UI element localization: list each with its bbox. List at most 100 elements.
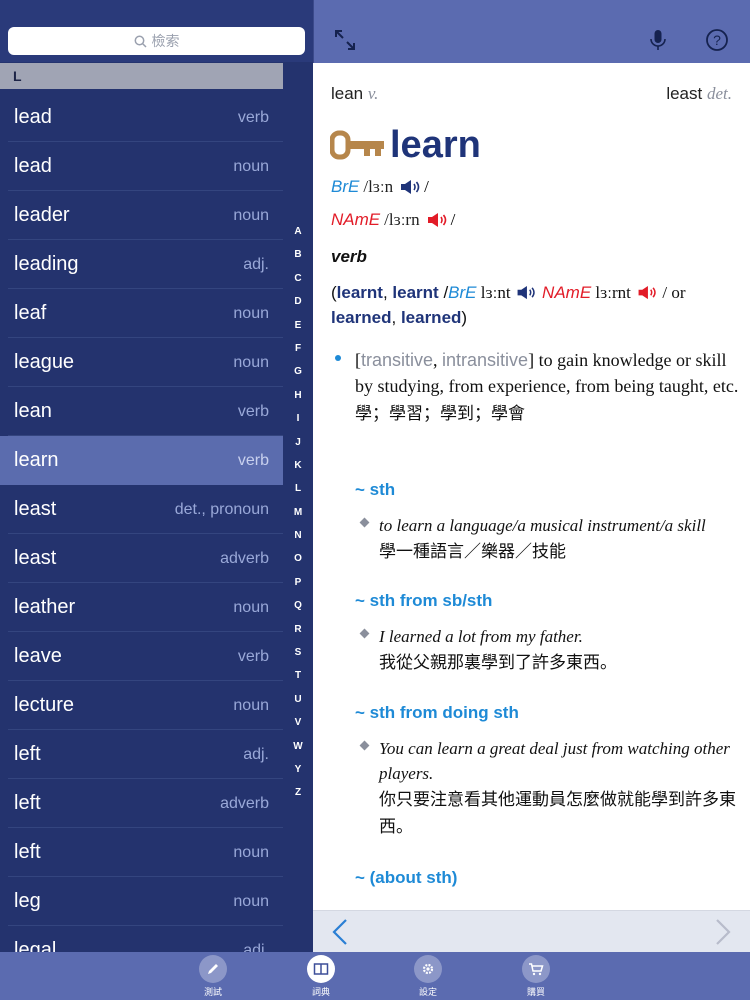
example-text: to learn a language/a musical instrument… xyxy=(379,516,706,535)
sense-bullet xyxy=(335,355,341,361)
word-list-item[interactable]: lead verb xyxy=(0,93,283,142)
alphabet-letter[interactable]: C xyxy=(285,267,311,290)
alphabet-letter[interactable]: H xyxy=(285,384,311,407)
form-past-participle: learnt xyxy=(392,283,439,302)
word-list-word: least xyxy=(14,547,57,569)
alphabet-letter[interactable]: W xyxy=(285,735,311,758)
word-list-item[interactable]: leg noun xyxy=(0,877,283,926)
word-list-item[interactable]: leaf noun xyxy=(0,289,283,338)
grammar-intransitive: intransitive xyxy=(442,350,529,370)
pattern-label: ~ sth from sb/sth xyxy=(355,591,493,610)
word-list-item[interactable]: least adverb xyxy=(0,534,283,583)
cart-icon xyxy=(529,963,544,976)
alphabet-letter[interactable]: I xyxy=(285,407,311,430)
alphabet-letter[interactable]: K xyxy=(285,454,311,477)
help-icon[interactable]: ? xyxy=(704,27,730,53)
expand-icon[interactable] xyxy=(332,27,358,53)
example-text: You can learn a great deal just from wat… xyxy=(379,739,730,783)
word-list-word: left xyxy=(14,841,41,863)
alphabet-letter[interactable]: F xyxy=(285,337,311,360)
word-list-item[interactable]: legal adj. xyxy=(0,926,283,952)
word-list-word: lecture xyxy=(14,694,75,716)
word-list-item[interactable]: lead noun xyxy=(0,142,283,191)
gear-icon xyxy=(422,963,434,975)
word-list-item[interactable]: league noun xyxy=(0,338,283,387)
chevron-left-icon[interactable] xyxy=(331,918,349,946)
word-list-pos: adverb xyxy=(220,794,269,812)
alphabet-letter[interactable]: Q xyxy=(285,594,311,617)
pattern-label: ~ sth from doing sth xyxy=(355,703,519,722)
alphabet-letter[interactable]: R xyxy=(285,618,311,641)
alphabet-letter[interactable]: M xyxy=(285,501,311,524)
search-input[interactable]: 檢索 xyxy=(8,27,305,55)
speaker-red-icon[interactable] xyxy=(426,212,448,228)
forms-bre-ipa: lɜːnt xyxy=(476,283,511,302)
word-list-word: leather xyxy=(14,596,76,618)
prev-entry-word: lean xyxy=(331,84,364,103)
alphabet-letter[interactable]: U xyxy=(285,688,311,711)
alphabet-letter[interactable]: L xyxy=(285,477,311,500)
tab-purchase[interactable]: 購買 xyxy=(506,955,566,998)
speaker-red-icon[interactable] xyxy=(636,285,658,300)
word-list-word: learn xyxy=(14,449,59,471)
word-list-pos: adj. xyxy=(243,255,269,273)
microphone-icon[interactable] xyxy=(645,27,671,53)
alphabet-index[interactable]: ABCDEFGHIJKLMNOPQRSTUVWYZ xyxy=(285,220,311,805)
tab-label: 測試 xyxy=(203,987,222,997)
forms-name-ipa: lɜːrnt xyxy=(591,283,631,302)
tab-dictionary[interactable]: 詞典 xyxy=(291,955,351,998)
entry-nav-bar xyxy=(313,910,750,952)
alphabet-letter[interactable]: Y xyxy=(285,758,311,781)
word-list-item[interactable]: learn verb xyxy=(0,436,283,485)
forms-or: / or xyxy=(662,283,686,302)
speaker-blue-icon[interactable] xyxy=(515,285,537,300)
forms-close: ) xyxy=(461,308,468,327)
word-list-item[interactable]: least det., pronoun xyxy=(0,485,283,534)
alphabet-letter[interactable]: D xyxy=(285,290,311,313)
pronunciation-name: NAmE /lɜːrn / xyxy=(331,210,455,230)
alphabet-letter[interactable]: E xyxy=(285,314,311,337)
bre-ipa: /lɜːn xyxy=(363,177,394,196)
sense-block: [transitive, intransitive] to gain knowl… xyxy=(331,347,741,427)
word-list-pos: noun xyxy=(233,843,269,861)
name-ipa: /lɜːrn xyxy=(384,210,420,229)
alphabet-letter[interactable]: O xyxy=(285,547,311,570)
word-list-item[interactable]: leading adj. xyxy=(0,240,283,289)
alphabet-letter[interactable]: Z xyxy=(285,781,311,804)
word-list-word: lean xyxy=(14,400,52,422)
pron-slash: / xyxy=(450,210,456,229)
word-list-item[interactable]: left adverb xyxy=(0,779,283,828)
definition: [transitive, intransitive] to gain knowl… xyxy=(355,347,741,399)
alphabet-letter[interactable]: S xyxy=(285,641,311,664)
alphabet-letter[interactable]: T xyxy=(285,664,311,687)
word-list-word: leaf xyxy=(14,302,47,324)
alphabet-letter[interactable]: N xyxy=(285,524,311,547)
word-list-pos: noun xyxy=(233,598,269,616)
tab-label: 購買 xyxy=(526,987,545,997)
word-list-item[interactable]: leave verb xyxy=(0,632,283,681)
alphabet-letter[interactable]: G xyxy=(285,360,311,383)
alphabet-letter[interactable]: A xyxy=(285,220,311,243)
word-list-item[interactable]: leader noun xyxy=(0,191,283,240)
alphabet-letter[interactable]: B xyxy=(285,243,311,266)
pron-slash: / xyxy=(424,177,429,196)
search-icon xyxy=(134,35,147,48)
word-list-item[interactable]: left noun xyxy=(0,828,283,877)
alphabet-letter[interactable]: J xyxy=(285,431,311,454)
word-list-item[interactable]: lecture noun xyxy=(0,681,283,730)
word-list-word: lead xyxy=(14,106,52,128)
chevron-right-icon[interactable] xyxy=(714,918,732,946)
word-list-item[interactable]: leather noun xyxy=(0,583,283,632)
speaker-blue-icon[interactable] xyxy=(399,179,421,195)
tab-settings[interactable]: 設定 xyxy=(398,955,458,998)
prev-entry-link[interactable]: lean v. xyxy=(331,84,378,104)
alphabet-letter[interactable]: P xyxy=(285,571,311,594)
sidebar: 檢索 L lead verb lead noun leader noun leading ad… xyxy=(0,0,313,952)
next-entry-link[interactable]: least det. xyxy=(666,84,732,104)
word-list-pos: noun xyxy=(233,353,269,371)
word-list-item[interactable]: lean verb xyxy=(0,387,283,436)
word-list-item[interactable]: left adj. xyxy=(0,730,283,779)
tab-test[interactable]: 測試 xyxy=(183,955,243,998)
word-list-pos: verb xyxy=(237,647,269,665)
alphabet-letter[interactable]: V xyxy=(285,711,311,734)
